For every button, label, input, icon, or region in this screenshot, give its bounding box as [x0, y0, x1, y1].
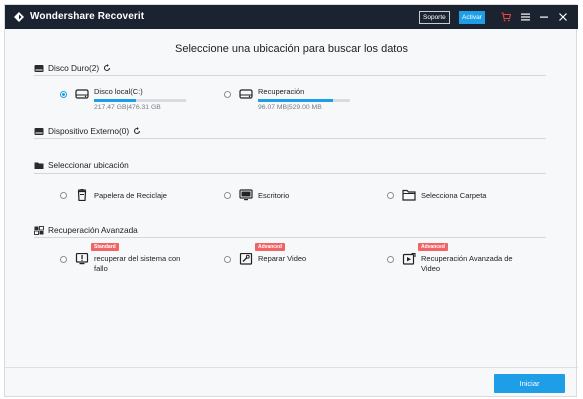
- advanced-video-label: Recuperación Avanzada de Video: [421, 254, 513, 273]
- folder-icon: [402, 189, 416, 201]
- drive-c-usage-bar: [94, 98, 186, 102]
- drive-c-radio[interactable]: [60, 91, 67, 98]
- standard-badge: Standard: [91, 243, 119, 251]
- video-repair-label: Reparar Video: [258, 254, 307, 263]
- hard-disk-title: Disco Duro(2): [48, 63, 100, 73]
- divider: [34, 75, 546, 76]
- recoverit-logo-icon: [14, 12, 24, 22]
- desktop-label: Escritorio: [258, 191, 290, 200]
- location-option-recycle-bin[interactable]: Papelera de Reciclaje: [60, 188, 167, 201]
- video-repair-icon: [239, 253, 253, 265]
- drive-option-recovery[interactable]: Recuperación 96.07 MB|529.00 MB: [224, 87, 350, 112]
- page-heading: Seleccione una ubicación para buscar los…: [175, 43, 408, 55]
- advanced-video-radio[interactable]: [387, 256, 394, 263]
- desktop-radio[interactable]: [224, 192, 231, 199]
- crashed-system-radio[interactable]: [60, 256, 67, 263]
- menu-icon[interactable]: [518, 9, 532, 25]
- divider: [34, 138, 546, 139]
- drive-option-c[interactable]: Disco local(C:) 217.47 GB|476.31 GB: [60, 87, 186, 112]
- refresh-icon[interactable]: [133, 127, 141, 135]
- app-title: Wondershare Recoverit: [30, 11, 145, 22]
- hard-disk-section-title: Disco Duro(2): [34, 63, 111, 73]
- crashed-system-icon: [75, 253, 89, 265]
- external-title: Dispositivo Externo(0): [48, 126, 130, 136]
- cart-icon[interactable]: [499, 9, 513, 25]
- advanced-option-video-repair[interactable]: Reparar Video: [224, 252, 306, 265]
- advanced-video-icon: [402, 253, 416, 265]
- start-button[interactable]: Iniciar: [494, 374, 565, 393]
- drive-c-name: Disco local(C:): [94, 87, 143, 96]
- drive-recovery-name: Recuperación: [258, 87, 305, 96]
- advanced-recovery-icon: [34, 225, 44, 235]
- desktop-icon: [239, 189, 253, 201]
- drive-c-usage-fill: [94, 98, 137, 102]
- advanced-badge: Advanced: [255, 243, 285, 251]
- drive-recovery-usage: 96.07 MB|529.00 MB: [258, 103, 322, 111]
- location-title: Seleccionar ubicación: [48, 160, 129, 170]
- drive-recovery-usage-fill: [258, 98, 334, 102]
- footer-divider: [5, 367, 578, 368]
- video-repair-radio[interactable]: [224, 256, 231, 263]
- support-button[interactable]: Soporte: [419, 11, 450, 24]
- minimize-icon[interactable]: [537, 9, 551, 25]
- hard-drive-icon: [34, 64, 44, 72]
- recoverit-window: Wondershare Recoverit Soporte Activar Se…: [4, 4, 578, 397]
- drive-icon: [239, 89, 253, 99]
- drive-recovery-usage-bar: [258, 98, 350, 102]
- location-option-select-folder[interactable]: Selecciona Carpeta: [387, 188, 486, 201]
- title-bar: Wondershare Recoverit Soporte Activar: [5, 5, 578, 29]
- location-section-title: Seleccionar ubicación: [34, 160, 129, 170]
- crashed-system-label: recuperar del sistema con fallo: [94, 254, 181, 273]
- advanced-option-advanced-video[interactable]: Recuperación Avanzada de Video: [387, 252, 521, 273]
- activate-button[interactable]: Activar: [459, 11, 485, 24]
- location-option-desktop[interactable]: Escritorio: [224, 188, 289, 201]
- divider: [34, 237, 546, 238]
- drive-c-usage: 217.47 GB|476.31 GB: [94, 103, 161, 111]
- advanced-option-crashed-system[interactable]: recuperar del sistema con fallo: [60, 252, 194, 273]
- advanced-badge: Advanced: [418, 243, 448, 251]
- close-icon[interactable]: [556, 9, 570, 25]
- location-folder-icon: [34, 162, 44, 169]
- divider: [34, 173, 546, 174]
- advanced-section-title: Recuperación Avanzada: [34, 225, 138, 235]
- recycle-bin-label: Papelera de Reciclaje: [94, 191, 167, 200]
- select-folder-radio[interactable]: [387, 192, 394, 199]
- drive-icon: [75, 89, 89, 99]
- recycle-bin-icon: [77, 189, 87, 201]
- recycle-bin-radio[interactable]: [60, 192, 67, 199]
- external-section-title: Dispositivo Externo(0): [34, 126, 141, 136]
- refresh-icon[interactable]: [103, 64, 111, 72]
- select-folder-label: Selecciona Carpeta: [421, 191, 487, 200]
- drive-recovery-radio[interactable]: [224, 91, 231, 98]
- external-drive-icon: [34, 127, 44, 135]
- advanced-title: Recuperación Avanzada: [48, 225, 138, 235]
